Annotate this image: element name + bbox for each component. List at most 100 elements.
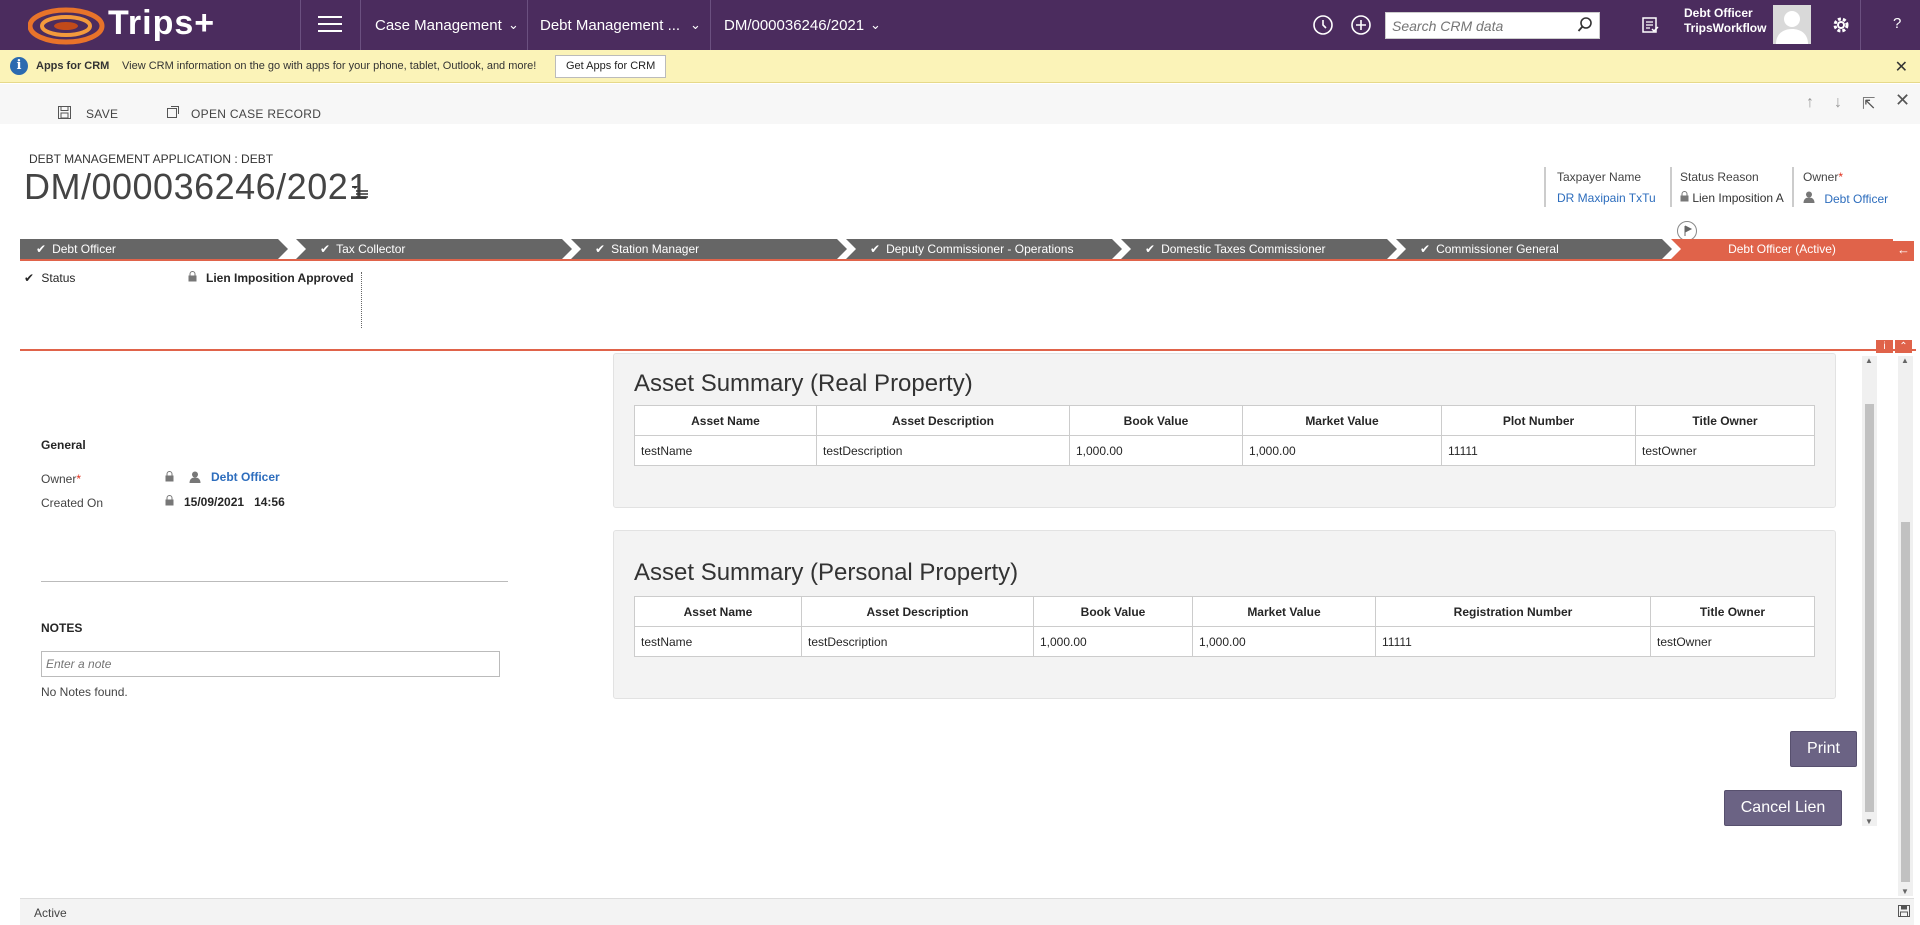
add-plus-icon[interactable]	[1349, 13, 1373, 37]
save-icon[interactable]	[1898, 905, 1910, 917]
pop-out-icon[interactable]: ⇱	[1862, 94, 1875, 114]
chevron-down-icon[interactable]: ⌄	[690, 17, 701, 33]
print-button[interactable]: Print	[1790, 731, 1857, 767]
nav-record-id[interactable]: DM/000036246/2021	[724, 17, 864, 34]
user-org: TripsWorkflow	[1684, 21, 1767, 35]
help-icon[interactable]: ?	[1893, 15, 1901, 32]
nav-divider	[710, 0, 711, 50]
status-reason-value: Lien Imposition A	[1680, 191, 1790, 205]
get-apps-button[interactable]: Get Apps for CRM	[555, 55, 667, 78]
table-row[interactable]: testName testDescription 1,000.00 1,000.…	[634, 626, 1815, 657]
nav-divider	[300, 0, 301, 50]
column-header[interactable]: Market Value	[1192, 596, 1376, 627]
column-header[interactable]: Plot Number	[1441, 405, 1636, 436]
user-name: Debt Officer	[1684, 6, 1753, 20]
real-property-table: Asset Name Asset Description Book Value …	[634, 405, 1815, 466]
stage-commissioner-general[interactable]: ✔ Commissioner General	[1396, 239, 1672, 259]
nav-case-management[interactable]: Case Management	[375, 17, 502, 34]
scroll-down-icon[interactable]: ▼	[1865, 817, 1873, 826]
header-divider	[1670, 167, 1672, 207]
scroll-up-icon[interactable]: ▲	[1901, 356, 1909, 365]
stage-debt-officer-active[interactable]: Debt Officer (Active)	[1671, 239, 1893, 259]
stage-tax-collector[interactable]: ✔ Tax Collector	[296, 239, 572, 259]
scrollbar-thumb[interactable]	[1901, 522, 1910, 882]
step-status: ✔ Status	[24, 271, 75, 285]
column-header[interactable]: Market Value	[1242, 405, 1442, 436]
table-cell: testName	[634, 626, 802, 657]
table-cell: testOwner	[1650, 626, 1815, 657]
check-icon: ✔	[1145, 242, 1156, 256]
stage-debt-officer[interactable]: ✔ Debt Officer	[20, 239, 288, 259]
note-input[interactable]	[41, 651, 500, 677]
nav-divider	[527, 0, 528, 50]
general-section-title: General	[41, 438, 86, 452]
record-status: Active	[34, 906, 67, 920]
trips-logo[interactable]: Trips+	[28, 0, 258, 50]
page-title: DM/000036246/2021	[24, 166, 369, 207]
stage-domestic-taxes-commissioner[interactable]: ✔ Domestic Taxes Commissioner	[1121, 239, 1397, 259]
column-header[interactable]: Book Value	[1033, 596, 1193, 627]
table-header-row: Asset Name Asset Description Book Value …	[634, 405, 1815, 436]
search-input[interactable]	[1386, 13, 1566, 38]
check-icon: ✔	[1420, 242, 1431, 256]
stage-station-manager[interactable]: ✔ Station Manager	[571, 239, 847, 259]
notes-title: NOTES	[41, 621, 83, 635]
divider	[41, 581, 508, 582]
step-status-label: Status	[41, 271, 76, 285]
collapse-icon[interactable]: ⌃	[1895, 340, 1912, 353]
user-avatar-icon	[1776, 11, 1808, 44]
owner-value[interactable]: Debt Officer	[1803, 191, 1903, 206]
open-record-icon[interactable]	[167, 106, 179, 118]
lock-icon	[165, 471, 174, 482]
table-cell: 1,000.00	[1192, 626, 1376, 657]
save-button[interactable]: SAVE	[86, 107, 118, 121]
column-header[interactable]: Asset Description	[801, 596, 1034, 627]
stage-deputy-commissioner[interactable]: ✔ Deputy Commissioner - Operations	[846, 239, 1122, 259]
search-icon[interactable]	[1577, 17, 1593, 33]
arrow-up-icon[interactable]: ↑	[1806, 94, 1814, 112]
column-header[interactable]: Title Owner	[1635, 405, 1815, 436]
gear-icon[interactable]	[1829, 13, 1853, 37]
header-owner: Owner* Debt Officer	[1803, 170, 1903, 206]
column-header[interactable]: Asset Description	[816, 405, 1070, 436]
task-list-icon[interactable]	[1638, 13, 1662, 37]
table-cell: 1,000.00	[1242, 435, 1442, 466]
apps-notification-bar: i Apps for CRM View CRM information on t…	[0, 50, 1920, 83]
close-record-icon[interactable]: ✕	[1895, 90, 1910, 111]
scrollbar-thumb[interactable]	[1865, 404, 1874, 812]
save-icon[interactable]	[58, 106, 71, 119]
chevron-down-icon[interactable]: ⌄	[870, 17, 881, 33]
person-icon	[1803, 191, 1815, 203]
nav-debt-management[interactable]: Debt Management ...	[540, 17, 680, 34]
process-flag-icon[interactable]	[1677, 221, 1697, 241]
scroll-down-icon[interactable]: ▼	[1901, 887, 1909, 896]
table-header-row: Asset Name Asset Description Book Value …	[634, 596, 1815, 627]
step-divider	[361, 272, 362, 328]
taxpayer-name-link[interactable]: DR Maxipain TxTu	[1557, 191, 1657, 205]
hamburger-menu-icon[interactable]	[318, 16, 342, 34]
scroll-up-icon[interactable]: ▲	[1865, 356, 1873, 365]
avatar[interactable]	[1773, 5, 1811, 44]
page-scrollbar[interactable]: ▲ ▼	[1898, 356, 1913, 896]
info-icon[interactable]: i	[1876, 340, 1893, 353]
chevron-down-icon[interactable]: ⌄	[508, 17, 519, 33]
history-clock-icon[interactable]	[1311, 13, 1335, 37]
column-header[interactable]: Asset Name	[634, 405, 817, 436]
open-case-record-button[interactable]: OPEN CASE RECORD	[191, 107, 321, 121]
cancel-lien-button[interactable]: Cancel Lien	[1724, 790, 1842, 826]
owner-link[interactable]: Debt Officer	[211, 470, 280, 484]
column-header[interactable]: Asset Name	[634, 596, 802, 627]
column-header[interactable]: Registration Number	[1375, 596, 1651, 627]
close-icon[interactable]: ✕	[1895, 57, 1908, 77]
lock-icon	[165, 495, 174, 506]
column-header[interactable]: Book Value	[1069, 405, 1243, 436]
record-menu-icon[interactable]	[352, 186, 368, 198]
column-header[interactable]: Title Owner	[1650, 596, 1815, 627]
notification-text: View CRM information on the go with apps…	[122, 60, 537, 72]
content-scrollbar[interactable]: ▲ ▼	[1862, 356, 1877, 826]
table-row[interactable]: testName testDescription 1,000.00 1,000.…	[634, 435, 1815, 466]
back-arrow-icon[interactable]: ←	[1893, 241, 1914, 259]
search-box[interactable]	[1385, 12, 1600, 39]
arrow-down-icon[interactable]: ↓	[1834, 94, 1842, 112]
user-info[interactable]: Debt Officer TripsWorkflow	[1684, 6, 1766, 36]
